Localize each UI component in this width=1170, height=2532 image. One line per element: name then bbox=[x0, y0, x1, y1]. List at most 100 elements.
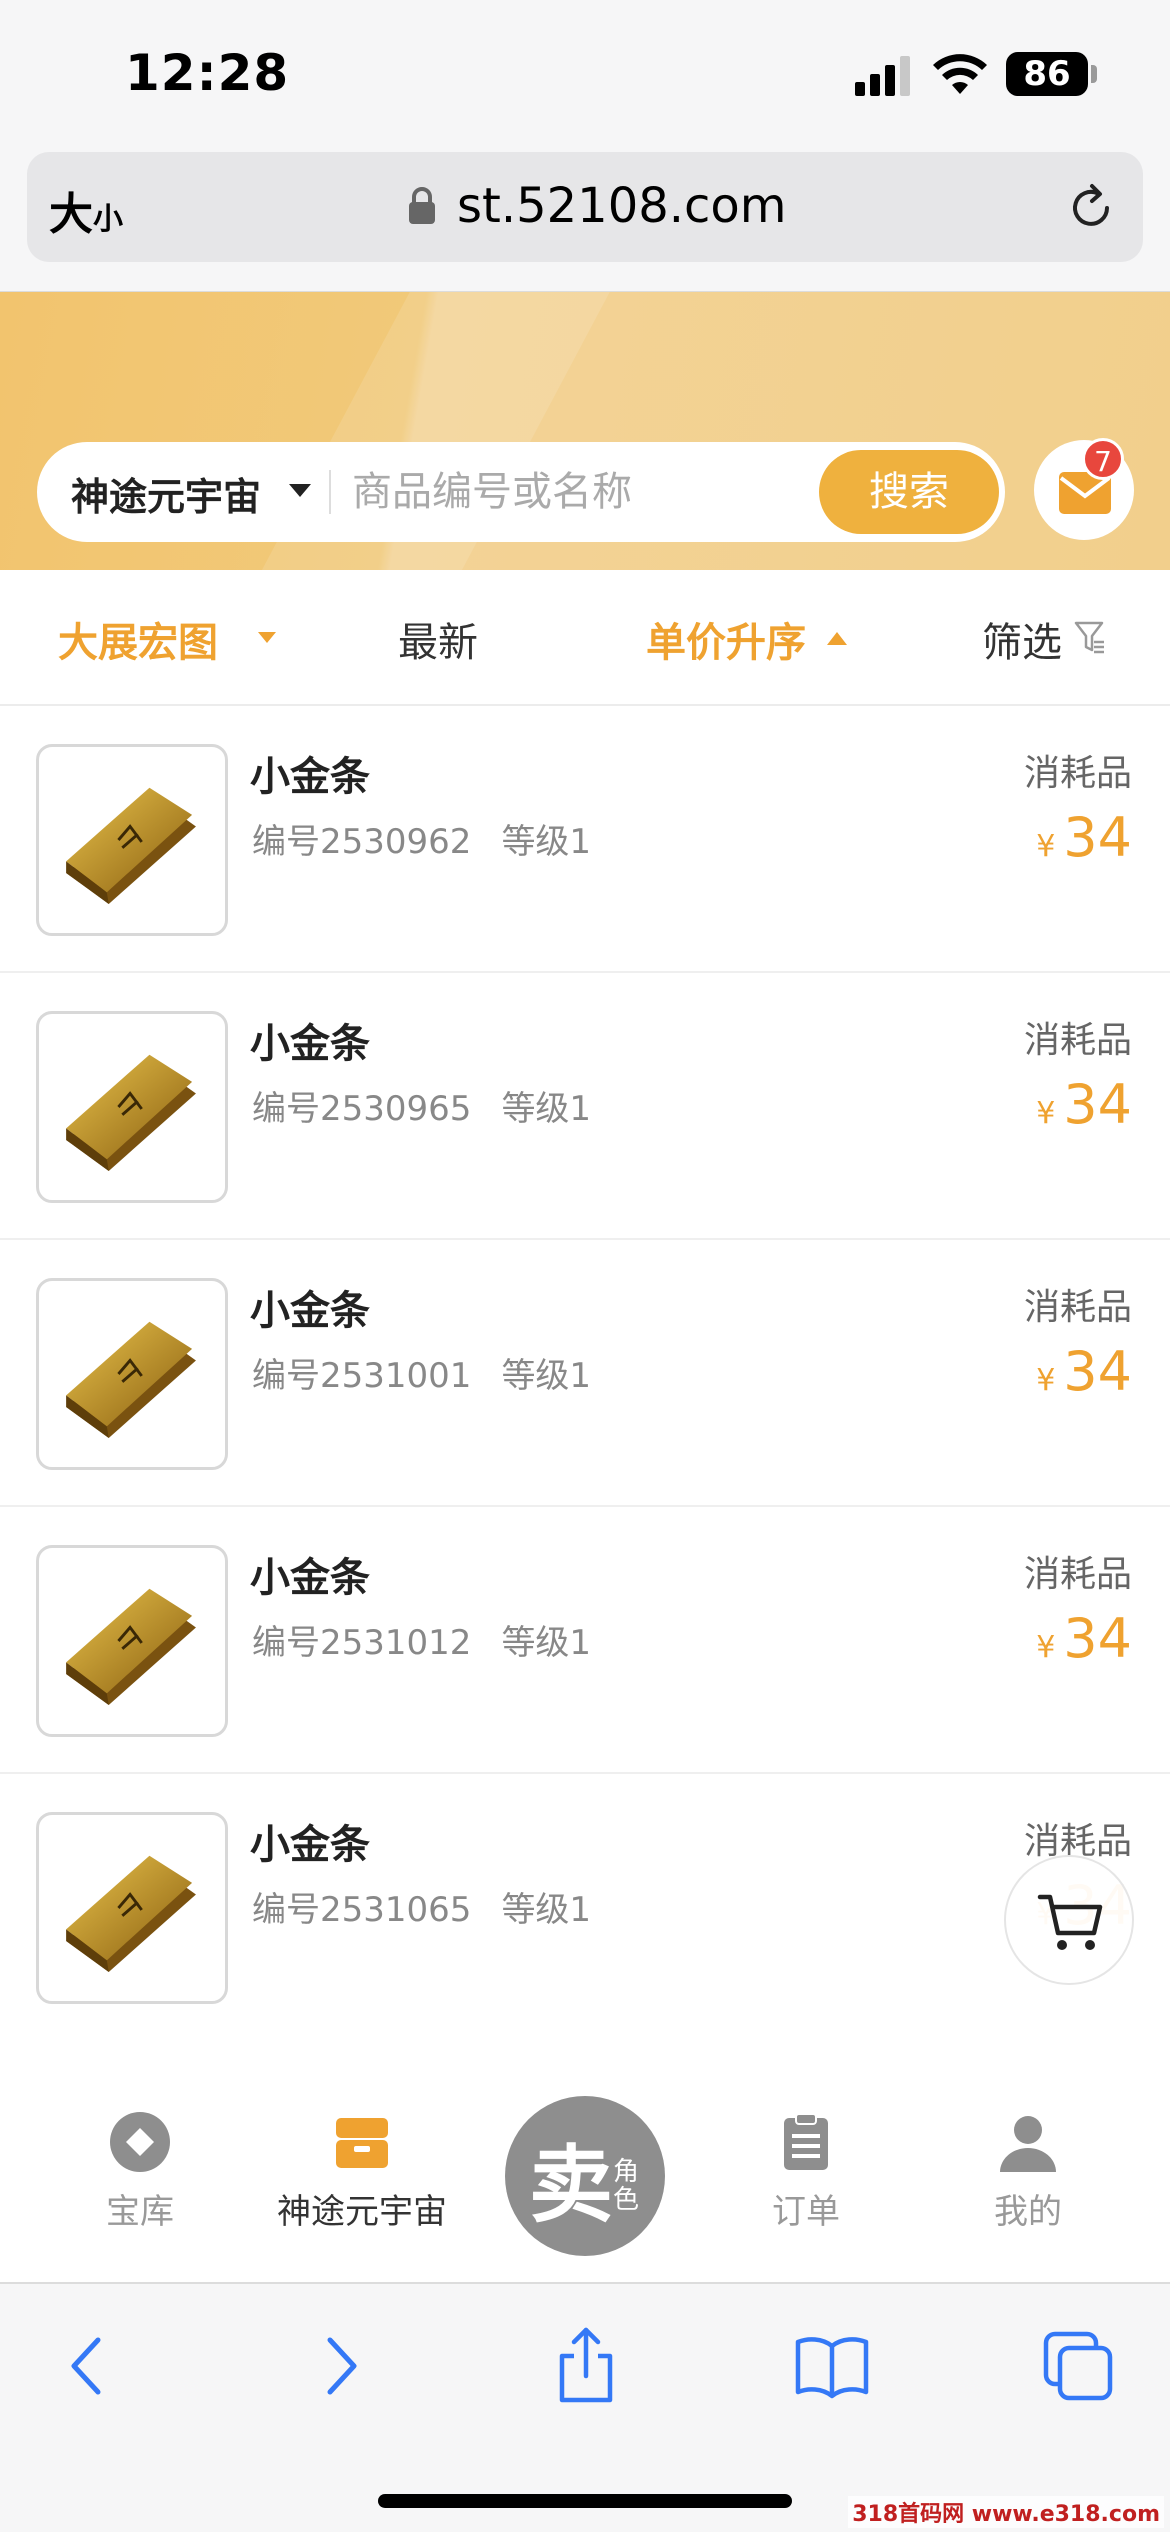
url-text[interactable]: st.52108.com bbox=[457, 178, 787, 234]
tab-price-ascending[interactable]: 单价升序 bbox=[646, 610, 806, 668]
product-item[interactable]: 小金条 编号2530965 等级1 消耗品 ¥34 bbox=[0, 973, 1170, 1240]
product-meta: 编号2530962 等级1 bbox=[252, 814, 591, 863]
nav-orders[interactable]: 订单 bbox=[696, 2110, 916, 2233]
product-type: 消耗品 bbox=[1023, 1020, 1132, 1061]
gold-bar-thumbnail bbox=[36, 1011, 228, 1203]
product-name: 小金条 bbox=[250, 1822, 370, 1868]
server-caret-icon bbox=[258, 632, 276, 643]
product-meta: 编号2531012 等级1 bbox=[252, 1615, 591, 1664]
product-id: 编号2531065 bbox=[252, 1890, 472, 1930]
price-amount: 34 bbox=[1063, 806, 1132, 869]
browser-address-area: 大小 st.52108.com bbox=[0, 150, 1170, 292]
message-count-badge: 7 bbox=[1082, 438, 1124, 480]
clipboard-icon bbox=[784, 2113, 828, 2170]
product-item[interactable]: 小金条 编号2531012 等级1 消耗品 ¥34 bbox=[0, 1507, 1170, 1774]
product-price: ¥34 bbox=[1036, 1073, 1132, 1136]
search-input[interactable] bbox=[352, 460, 832, 524]
nav-vault-label: 宝库 bbox=[106, 2192, 174, 2232]
product-level: 等级1 bbox=[501, 822, 592, 862]
product-item[interactable]: 小金条 编号2530962 等级1 消耗品 ¥34 bbox=[0, 706, 1170, 973]
product-item[interactable]: 小金条 编号2531001 等级1 消耗品 ¥34 bbox=[0, 1240, 1170, 1507]
nav-vault[interactable]: 宝库 bbox=[30, 2110, 250, 2233]
product-id: 编号2530965 bbox=[252, 1089, 472, 1129]
cellular-signal-icon bbox=[855, 56, 910, 96]
currency-symbol: ¥ bbox=[1036, 829, 1056, 864]
tab-newest[interactable]: 最新 bbox=[398, 610, 478, 668]
filter-bar: 大展宏图 最新 单价升序 筛选 bbox=[0, 570, 1170, 706]
text-size-small-label: 小 bbox=[93, 202, 123, 237]
nav-orders-label: 订单 bbox=[772, 2192, 840, 2232]
search-divider bbox=[329, 470, 331, 514]
sell-sub-label: 角色 bbox=[613, 2157, 640, 2215]
gold-bar-thumbnail bbox=[36, 1545, 228, 1737]
gold-bar-thumbnail bbox=[36, 1278, 228, 1470]
battery-indicator: 86 bbox=[1006, 52, 1088, 96]
product-price: ¥34 bbox=[1036, 806, 1132, 869]
nav-game[interactable]: 神途元宇宙 bbox=[252, 2110, 472, 2233]
price-amount: 34 bbox=[1063, 1607, 1132, 1670]
reload-icon[interactable] bbox=[1065, 182, 1117, 234]
safari-toolbar: 318首码网 www.e318.com bbox=[0, 2282, 1170, 2532]
nav-mine[interactable]: 我的 bbox=[918, 2110, 1138, 2233]
search-button[interactable]: 搜索 bbox=[819, 450, 999, 534]
diamond-icon bbox=[110, 2112, 170, 2172]
product-meta: 编号2531001 等级1 bbox=[252, 1348, 591, 1397]
sell-main-label: 卖 bbox=[529, 2136, 614, 2234]
product-price: ¥34 bbox=[1036, 1607, 1132, 1670]
product-list: 小金条 编号2530962 等级1 消耗品 ¥34 小金条 编号2530965 等级… bbox=[0, 706, 1170, 2041]
battery-tip bbox=[1091, 65, 1097, 83]
product-name: 小金条 bbox=[250, 754, 370, 800]
sell-character-button[interactable]: 卖 角色 bbox=[505, 2096, 665, 2256]
tab-server[interactable]: 大展宏图 bbox=[58, 610, 218, 668]
currency-symbol: ¥ bbox=[1036, 1363, 1056, 1398]
tab-filter[interactable]: 筛选 bbox=[982, 610, 1062, 668]
status-bar: 12:28 86 bbox=[0, 0, 1170, 150]
share-icon[interactable] bbox=[546, 2326, 626, 2406]
product-level: 等级1 bbox=[501, 1623, 592, 1663]
filter-icon[interactable] bbox=[1074, 620, 1106, 654]
price-amount: 34 bbox=[1063, 1340, 1132, 1403]
product-level: 等级1 bbox=[501, 1890, 592, 1930]
status-time: 12:28 bbox=[125, 44, 290, 102]
cart-icon bbox=[1037, 1894, 1103, 1950]
product-id: 编号2531001 bbox=[252, 1356, 472, 1396]
forward-icon[interactable] bbox=[300, 2326, 380, 2406]
back-icon[interactable] bbox=[48, 2326, 128, 2406]
cart-button[interactable] bbox=[1004, 1855, 1134, 1985]
gold-bar-thumbnail bbox=[36, 1812, 228, 2004]
product-level: 等级1 bbox=[501, 1089, 592, 1129]
product-price: ¥34 bbox=[1036, 1340, 1132, 1403]
bookmarks-icon[interactable] bbox=[792, 2326, 872, 2406]
store-icon bbox=[336, 2118, 388, 2168]
price-amount: 34 bbox=[1063, 1073, 1132, 1136]
user-icon bbox=[1000, 2116, 1056, 2172]
message-button[interactable]: 7 bbox=[1034, 438, 1134, 540]
caret-down-icon[interactable] bbox=[289, 484, 311, 497]
product-type: 消耗品 bbox=[1023, 1287, 1132, 1328]
lock-icon bbox=[409, 187, 435, 224]
search-box: 神途元宇宙 搜索 bbox=[37, 442, 1005, 542]
text-size-big-label: 大 bbox=[49, 189, 93, 240]
product-name: 小金条 bbox=[250, 1555, 370, 1601]
nav-mine-label: 我的 bbox=[994, 2192, 1062, 2232]
currency-symbol: ¥ bbox=[1036, 1630, 1056, 1665]
gold-bar-thumbnail bbox=[36, 744, 228, 936]
sort-ascending-icon bbox=[827, 632, 847, 645]
text-size-button[interactable]: 大小 bbox=[49, 178, 123, 242]
game-selector[interactable]: 神途元宇宙 bbox=[71, 466, 261, 521]
product-name: 小金条 bbox=[250, 1288, 370, 1334]
wifi-icon bbox=[933, 54, 987, 94]
product-id: 编号2531012 bbox=[252, 1623, 472, 1663]
product-meta: 编号2530965 等级1 bbox=[252, 1081, 591, 1130]
home-indicator bbox=[378, 2494, 792, 2508]
product-id: 编号2530962 bbox=[252, 822, 472, 862]
watermark: 318首码网 www.e318.com bbox=[848, 2496, 1164, 2528]
product-type: 消耗品 bbox=[1023, 1554, 1132, 1595]
product-item[interactable]: 小金条 编号2531065等级1 消耗品 ¥34 bbox=[0, 1774, 1170, 2041]
product-level: 等级1 bbox=[501, 1356, 592, 1396]
address-bar[interactable]: 大小 st.52108.com bbox=[27, 152, 1143, 262]
nav-game-label: 神途元宇宙 bbox=[277, 2192, 447, 2232]
app-bottom-nav: 宝库 神途元宇宙 卖 角色 订单 我的 bbox=[0, 2038, 1170, 2282]
tabs-icon[interactable] bbox=[1038, 2326, 1118, 2406]
product-type: 消耗品 bbox=[1023, 753, 1132, 794]
